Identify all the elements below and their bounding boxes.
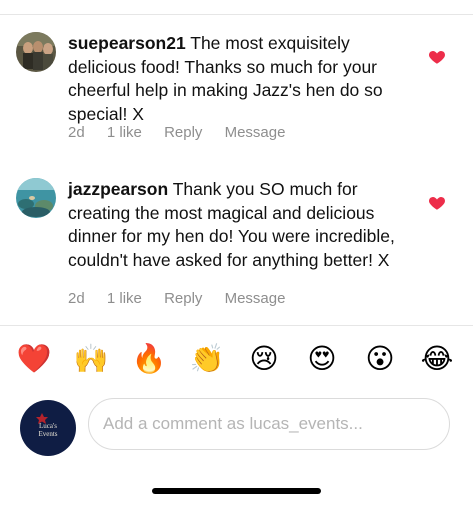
comment-text: suepearson21 The most exquisitely delici… (68, 32, 398, 126)
comment-username[interactable]: jazzpearson (68, 179, 168, 199)
emoji-bar: ❤️ 🙌 🔥 👏 😢 😍 😮 😂 (0, 340, 473, 380)
surprised-face-emoji-button[interactable]: 😮 (361, 340, 399, 378)
composer-divider (0, 325, 473, 326)
comment-input[interactable] (88, 398, 450, 450)
comment-username[interactable]: suepearson21 (68, 33, 186, 53)
avatar[interactable]: Luca's Events (20, 400, 76, 456)
comment-age: 2d (68, 290, 85, 307)
avatar[interactable] (16, 32, 56, 72)
tears-of-joy-emoji-button[interactable]: 😂 (418, 340, 456, 378)
heart-icon[interactable] (428, 194, 446, 212)
likes-count[interactable]: 1 like (107, 290, 142, 307)
heart-eyes-emoji-button[interactable]: 😍 (303, 340, 341, 378)
crying-face-emoji-button[interactable]: 😢 (245, 340, 283, 378)
raising-hands-emoji-button[interactable]: 🙌 (72, 340, 110, 378)
clapping-hands-emoji-button[interactable]: 👏 (188, 340, 226, 378)
message-button[interactable]: Message (225, 124, 286, 141)
red-heart-emoji-button[interactable]: ❤️ (15, 340, 53, 378)
fire-emoji-button[interactable]: 🔥 (130, 340, 168, 378)
top-divider (0, 14, 473, 15)
comment-text: jazzpearson Thank you SO much for creati… (68, 178, 398, 272)
reply-button[interactable]: Reply (164, 290, 202, 307)
comment-meta: 2d 1 like Reply Message (68, 290, 303, 307)
comment-composer: Luca's Events (0, 396, 473, 456)
comment-age: 2d (68, 124, 85, 141)
message-button[interactable]: Message (225, 290, 286, 307)
avatar[interactable] (16, 178, 56, 218)
likes-count[interactable]: 1 like (107, 124, 142, 141)
comment-meta: 2d 1 like Reply Message (68, 124, 303, 141)
home-indicator[interactable] (152, 488, 321, 494)
reply-button[interactable]: Reply (164, 124, 202, 141)
avatar-brand-text: Luca's Events (38, 422, 58, 438)
heart-icon[interactable] (428, 48, 446, 66)
